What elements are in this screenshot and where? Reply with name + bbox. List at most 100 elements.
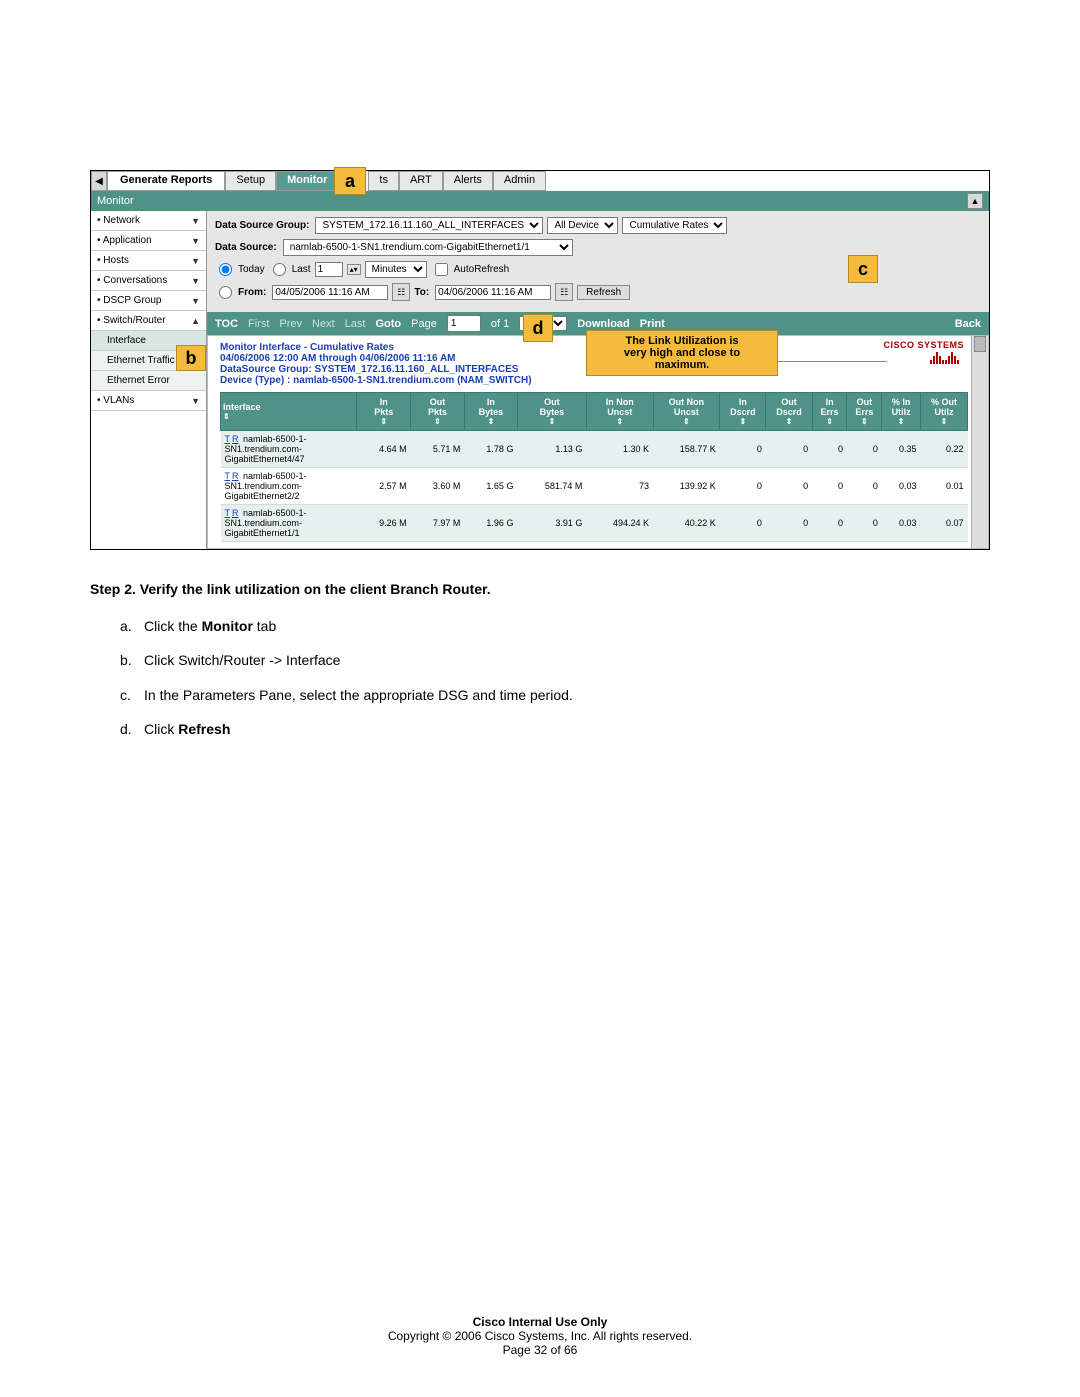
autorefresh-checkbox[interactable] xyxy=(435,263,448,276)
col-header[interactable]: OutBytes⇕ xyxy=(517,393,586,431)
report-link[interactable]: R xyxy=(232,434,239,444)
nav-last[interactable]: Last xyxy=(345,318,366,330)
col-header[interactable]: InErrs⇕ xyxy=(812,393,847,431)
cell-value: 0.03 xyxy=(882,505,921,542)
report-link[interactable]: R xyxy=(232,471,239,481)
cell-value: 1.65 G xyxy=(464,468,517,505)
last-unit-select[interactable]: Minutes xyxy=(365,261,427,278)
cell-value: 9.26 M xyxy=(357,505,411,542)
cell-value: 5.71 M xyxy=(411,431,465,468)
sidebar-item-vlans[interactable]: • VLANs▼ xyxy=(91,391,206,411)
tab-monitor[interactable]: Monitor xyxy=(276,171,338,191)
step-heading: Step 2. Verify the link utilization on t… xyxy=(90,576,990,603)
trend-link[interactable]: T xyxy=(225,434,231,444)
breadcrumb-label: Monitor xyxy=(97,195,134,207)
sidebar-item-dscp[interactable]: • DSCP Group▼ xyxy=(91,291,206,311)
nav-download[interactable]: Download xyxy=(577,318,630,330)
cell-value: 2.57 M xyxy=(357,468,411,505)
cell-value: 0 xyxy=(720,468,766,505)
cell-value: 0 xyxy=(812,505,847,542)
col-header[interactable]: OutErrs⇕ xyxy=(847,393,882,431)
cell-value: 1.96 G xyxy=(464,505,517,542)
nav-page-label: Page xyxy=(411,318,437,330)
col-header[interactable]: % OutUtilz⇕ xyxy=(920,393,967,431)
nav-page-input[interactable] xyxy=(447,315,481,332)
sidebar-item-conversations[interactable]: • Conversations▼ xyxy=(91,271,206,291)
cell-value: 1.13 G xyxy=(517,431,586,468)
cell-value: 1.78 G xyxy=(464,431,517,468)
rates-select[interactable]: Cumulative Rates xyxy=(622,217,727,234)
nav-prev[interactable]: Prev xyxy=(279,318,302,330)
sidebar-item-network[interactable]: • Network▼ xyxy=(91,211,206,231)
cell-value: 0.35 xyxy=(882,431,921,468)
col-header[interactable]: InDscrd⇕ xyxy=(720,393,766,431)
callout-tooltip: The Link Utilization isvery high and clo… xyxy=(586,330,778,376)
nav-first[interactable]: First xyxy=(248,318,269,330)
refresh-button[interactable]: Refresh xyxy=(577,285,630,300)
radio-today-label: Today xyxy=(238,264,265,275)
cell-value: 581.74 M xyxy=(517,468,586,505)
nav-print[interactable]: Print xyxy=(640,318,665,330)
calendar-icon-from[interactable]: ☷ xyxy=(392,283,410,301)
breadcrumb-bar: Monitor ▲ xyxy=(91,191,989,211)
instruction-text: Step 2. Verify the link utilization on t… xyxy=(90,576,990,743)
cisco-logo-text: CISCO SYSTEMS xyxy=(883,340,964,350)
spinner-icon[interactable]: ▴▾ xyxy=(347,264,361,275)
cell-value: 0 xyxy=(766,505,812,542)
sidebar-item-application[interactable]: • Application▼ xyxy=(91,231,206,251)
trend-link[interactable]: T xyxy=(225,471,231,481)
tabs-scroll-left[interactable]: ◀ xyxy=(91,171,107,191)
tab-alerts[interactable]: Alerts xyxy=(443,171,493,191)
col-header[interactable]: InPkts⇕ xyxy=(357,393,411,431)
sidebar-item-hosts[interactable]: • Hosts▼ xyxy=(91,251,206,271)
cell-value: 0 xyxy=(720,431,766,468)
cell-value: 0 xyxy=(847,505,882,542)
dsg-select[interactable]: SYSTEM_172.16.11.160_ALL_INTERFACES xyxy=(315,217,543,234)
nav-next[interactable]: Next xyxy=(312,318,335,330)
tab-generate-reports[interactable]: Generate Reports xyxy=(107,171,225,191)
col-header[interactable]: In NonUncst⇕ xyxy=(586,393,653,431)
sidebar-item-switch-router[interactable]: • Switch/Router▲ xyxy=(91,311,206,331)
cell-value: 7.97 M xyxy=(411,505,465,542)
cell-value: 0 xyxy=(847,431,882,468)
table-row: TR namlab-6500-1-SN1.trendium.com-Gigabi… xyxy=(221,431,968,468)
radio-from[interactable] xyxy=(219,286,232,299)
cell-value: 3.60 M xyxy=(411,468,465,505)
to-input[interactable] xyxy=(435,285,551,300)
col-header[interactable]: Out NonUncst⇕ xyxy=(653,393,720,431)
col-header[interactable]: InBytes⇕ xyxy=(464,393,517,431)
nav-back[interactable]: Back xyxy=(955,318,981,330)
cell-value: 3.91 G xyxy=(517,505,586,542)
calendar-icon-to[interactable]: ☷ xyxy=(555,283,573,301)
cell-value: 494.24 K xyxy=(586,505,653,542)
col-header[interactable]: OutDscrd⇕ xyxy=(766,393,812,431)
report-link[interactable]: R xyxy=(232,508,239,518)
step-c: c.In the Parameters Pane, select the app… xyxy=(120,682,990,709)
tab-art[interactable]: ART xyxy=(399,171,443,191)
marker-c: c xyxy=(848,255,878,283)
tab-admin[interactable]: Admin xyxy=(493,171,546,191)
sidebar: • Network▼ • Application▼ • Hosts▼ • Con… xyxy=(91,211,207,549)
collapse-icon[interactable]: ▲ xyxy=(967,193,983,209)
col-header[interactable]: OutPkts⇕ xyxy=(411,393,465,431)
cell-value: 0 xyxy=(812,431,847,468)
ds-select[interactable]: namlab-6500-1-SN1.trendium.com-GigabitEt… xyxy=(283,239,573,256)
radio-today[interactable] xyxy=(219,263,232,276)
tab-hidden[interactable]: ts xyxy=(368,171,399,191)
trend-link[interactable]: T xyxy=(225,508,231,518)
cell-value: 0 xyxy=(766,431,812,468)
cell-value: 0 xyxy=(720,505,766,542)
nav-toc[interactable]: TOC xyxy=(215,318,238,330)
sidebar-item-eth-error[interactable]: Ethernet Error xyxy=(91,371,206,391)
radio-last[interactable] xyxy=(273,263,286,276)
step-b: b.Click Switch/Router -> Interface xyxy=(120,647,990,674)
col-header[interactable]: Interface⇕ xyxy=(221,393,357,431)
nav-page-of: of 1 xyxy=(491,318,509,330)
from-input[interactable] xyxy=(272,285,388,300)
dsg-label: Data Source Group: xyxy=(215,220,309,231)
nav-goto[interactable]: Goto xyxy=(375,318,401,330)
device-select[interactable]: All Device xyxy=(547,217,618,234)
tab-setup[interactable]: Setup xyxy=(225,171,276,191)
col-header[interactable]: % InUtilz⇕ xyxy=(882,393,921,431)
last-value-input[interactable] xyxy=(315,262,343,277)
